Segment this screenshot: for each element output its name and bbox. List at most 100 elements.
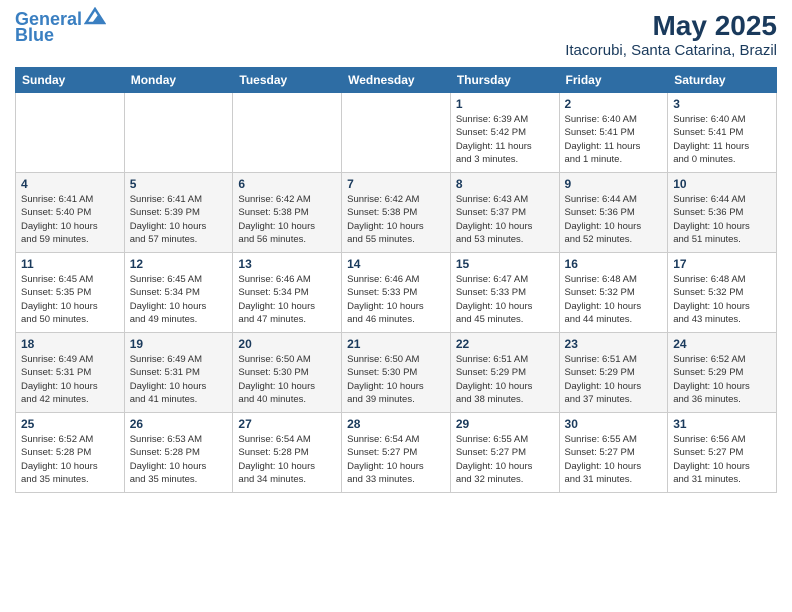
- day-info: Sunrise: 6:55 AM Sunset: 5:27 PM Dayligh…: [565, 433, 663, 486]
- day-info: Sunrise: 6:54 AM Sunset: 5:28 PM Dayligh…: [238, 433, 336, 486]
- calendar-cell: 15 Sunrise: 6:47 AM Sunset: 5:33 PM Dayli…: [450, 253, 559, 333]
- calendar-cell: 7 Sunrise: 6:42 AM Sunset: 5:38 PM Daylig…: [342, 173, 451, 253]
- day-number: 7: [347, 177, 445, 191]
- day-number: 18: [21, 337, 119, 351]
- calendar-cell: 24 Sunrise: 6:52 AM Sunset: 5:29 PM Dayli…: [668, 333, 777, 413]
- calendar-cell: 16 Sunrise: 6:48 AM Sunset: 5:32 PM Dayli…: [559, 253, 668, 333]
- calendar-cell: 12 Sunrise: 6:45 AM Sunset: 5:34 PM Dayli…: [124, 253, 233, 333]
- day-info: Sunrise: 6:49 AM Sunset: 5:31 PM Dayligh…: [21, 353, 119, 406]
- calendar-week-5: 25Sunrise: 6:52 AM Sunset: 5:28 PM Dayli…: [16, 413, 777, 493]
- day-number: 17: [673, 257, 771, 271]
- day-number: 10: [673, 177, 771, 191]
- day-info: Sunrise: 6:55 AM Sunset: 5:27 PM Dayligh…: [456, 433, 554, 486]
- calendar-cell: 8Sunrise: 6:43 AM Sunset: 5:37 PM Daylig…: [450, 173, 559, 253]
- day-number: 24: [673, 337, 771, 351]
- title-section: May 2025 Itacorubi, Santa Catarina, Braz…: [565, 10, 777, 59]
- col-friday: Friday: [559, 68, 668, 93]
- calendar-cell: 30 Sunrise: 6:55 AM Sunset: 5:27 PM Dayli…: [559, 413, 668, 493]
- calendar-cell: 25Sunrise: 6:52 AM Sunset: 5:28 PM Dayli…: [16, 413, 125, 493]
- calendar-cell: 27 Sunrise: 6:54 AM Sunset: 5:28 PM Dayli…: [233, 413, 342, 493]
- day-info: Sunrise: 6:42 AM Sunset: 5:38 PM Dayligh…: [347, 193, 445, 246]
- day-number: 27: [238, 417, 336, 431]
- col-wednesday: Wednesday: [342, 68, 451, 93]
- calendar-cell: 3 Sunrise: 6:40 AM Sunset: 5:41 PM Daylig…: [668, 93, 777, 173]
- day-number: 30: [565, 417, 663, 431]
- calendar-week-4: 18 Sunrise: 6:49 AM Sunset: 5:31 PM Dayli…: [16, 333, 777, 413]
- day-number: 20: [238, 337, 336, 351]
- day-number: 4: [21, 177, 119, 191]
- day-number: 22: [456, 337, 554, 351]
- day-info: Sunrise: 6:44 AM Sunset: 5:36 PM Dayligh…: [673, 193, 771, 246]
- calendar-cell: 14Sunrise: 6:46 AM Sunset: 5:33 PM Dayli…: [342, 253, 451, 333]
- day-info: Sunrise: 6:56 AM Sunset: 5:27 PM Dayligh…: [673, 433, 771, 486]
- day-info: Sunrise: 6:41 AM Sunset: 5:40 PM Dayligh…: [21, 193, 119, 246]
- calendar-cell: [233, 93, 342, 173]
- calendar-week-1: 1 Sunrise: 6:39 AM Sunset: 5:42 PM Daylig…: [16, 93, 777, 173]
- day-number: 31: [673, 417, 771, 431]
- calendar-cell: 9 Sunrise: 6:44 AM Sunset: 5:36 PM Daylig…: [559, 173, 668, 253]
- day-info: Sunrise: 6:54 AM Sunset: 5:27 PM Dayligh…: [347, 433, 445, 486]
- day-number: 6: [238, 177, 336, 191]
- calendar-cell: 20Sunrise: 6:50 AM Sunset: 5:30 PM Dayli…: [233, 333, 342, 413]
- calendar-cell: 23 Sunrise: 6:51 AM Sunset: 5:29 PM Dayli…: [559, 333, 668, 413]
- calendar-cell: [124, 93, 233, 173]
- day-number: 11: [21, 257, 119, 271]
- calendar-cell: 21 Sunrise: 6:50 AM Sunset: 5:30 PM Dayli…: [342, 333, 451, 413]
- day-info: Sunrise: 6:46 AM Sunset: 5:33 PM Dayligh…: [347, 273, 445, 326]
- day-info: Sunrise: 6:43 AM Sunset: 5:37 PM Dayligh…: [456, 193, 554, 246]
- calendar-title: May 2025: [565, 10, 777, 42]
- day-number: 5: [130, 177, 228, 191]
- day-number: 15: [456, 257, 554, 271]
- day-info: Sunrise: 6:45 AM Sunset: 5:35 PM Dayligh…: [21, 273, 119, 326]
- day-info: Sunrise: 6:42 AM Sunset: 5:38 PM Dayligh…: [238, 193, 336, 246]
- day-number: 13: [238, 257, 336, 271]
- day-number: 12: [130, 257, 228, 271]
- calendar-table: Sunday Monday Tuesday Wednesday Thursday…: [15, 67, 777, 493]
- day-info: Sunrise: 6:50 AM Sunset: 5:30 PM Dayligh…: [347, 353, 445, 406]
- day-number: 3: [673, 97, 771, 111]
- col-tuesday: Tuesday: [233, 68, 342, 93]
- calendar-cell: [342, 93, 451, 173]
- day-info: Sunrise: 6:40 AM Sunset: 5:41 PM Dayligh…: [565, 113, 663, 166]
- page-container: General Blue May 2025 Itacorubi, Santa C…: [0, 0, 792, 612]
- day-number: 29: [456, 417, 554, 431]
- day-number: 2: [565, 97, 663, 111]
- day-number: 28: [347, 417, 445, 431]
- day-number: 1: [456, 97, 554, 111]
- calendar-week-2: 4 Sunrise: 6:41 AM Sunset: 5:40 PM Daylig…: [16, 173, 777, 253]
- day-info: Sunrise: 6:52 AM Sunset: 5:29 PM Dayligh…: [673, 353, 771, 406]
- calendar-subtitle: Itacorubi, Santa Catarina, Brazil: [565, 42, 777, 59]
- day-number: 19: [130, 337, 228, 351]
- calendar-week-3: 11 Sunrise: 6:45 AM Sunset: 5:35 PM Dayli…: [16, 253, 777, 333]
- day-info: Sunrise: 6:39 AM Sunset: 5:42 PM Dayligh…: [456, 113, 554, 166]
- day-number: 26: [130, 417, 228, 431]
- calendar-cell: 31 Sunrise: 6:56 AM Sunset: 5:27 PM Dayli…: [668, 413, 777, 493]
- calendar-cell: 29 Sunrise: 6:55 AM Sunset: 5:27 PM Dayli…: [450, 413, 559, 493]
- day-info: Sunrise: 6:48 AM Sunset: 5:32 PM Dayligh…: [565, 273, 663, 326]
- calendar-cell: 22Sunrise: 6:51 AM Sunset: 5:29 PM Dayli…: [450, 333, 559, 413]
- col-thursday: Thursday: [450, 68, 559, 93]
- day-info: Sunrise: 6:41 AM Sunset: 5:39 PM Dayligh…: [130, 193, 228, 246]
- day-info: Sunrise: 6:45 AM Sunset: 5:34 PM Dayligh…: [130, 273, 228, 326]
- calendar-cell: 4 Sunrise: 6:41 AM Sunset: 5:40 PM Daylig…: [16, 173, 125, 253]
- day-info: Sunrise: 6:51 AM Sunset: 5:29 PM Dayligh…: [565, 353, 663, 406]
- calendar-cell: 5 Sunrise: 6:41 AM Sunset: 5:39 PM Daylig…: [124, 173, 233, 253]
- day-number: 16: [565, 257, 663, 271]
- day-info: Sunrise: 6:47 AM Sunset: 5:33 PM Dayligh…: [456, 273, 554, 326]
- day-info: Sunrise: 6:53 AM Sunset: 5:28 PM Dayligh…: [130, 433, 228, 486]
- day-info: Sunrise: 6:40 AM Sunset: 5:41 PM Dayligh…: [673, 113, 771, 166]
- col-sunday: Sunday: [16, 68, 125, 93]
- calendar-cell: 19Sunrise: 6:49 AM Sunset: 5:31 PM Dayli…: [124, 333, 233, 413]
- day-number: 21: [347, 337, 445, 351]
- logo-icon: [84, 7, 106, 25]
- day-number: 23: [565, 337, 663, 351]
- calendar-cell: 11 Sunrise: 6:45 AM Sunset: 5:35 PM Dayli…: [16, 253, 125, 333]
- day-number: 9: [565, 177, 663, 191]
- calendar-cell: 28 Sunrise: 6:54 AM Sunset: 5:27 PM Dayli…: [342, 413, 451, 493]
- day-number: 25: [21, 417, 119, 431]
- calendar-cell: 13Sunrise: 6:46 AM Sunset: 5:34 PM Dayli…: [233, 253, 342, 333]
- calendar-cell: 17Sunrise: 6:48 AM Sunset: 5:32 PM Dayli…: [668, 253, 777, 333]
- calendar-header-row: Sunday Monday Tuesday Wednesday Thursday…: [16, 68, 777, 93]
- day-info: Sunrise: 6:44 AM Sunset: 5:36 PM Dayligh…: [565, 193, 663, 246]
- calendar-cell: 26 Sunrise: 6:53 AM Sunset: 5:28 PM Dayli…: [124, 413, 233, 493]
